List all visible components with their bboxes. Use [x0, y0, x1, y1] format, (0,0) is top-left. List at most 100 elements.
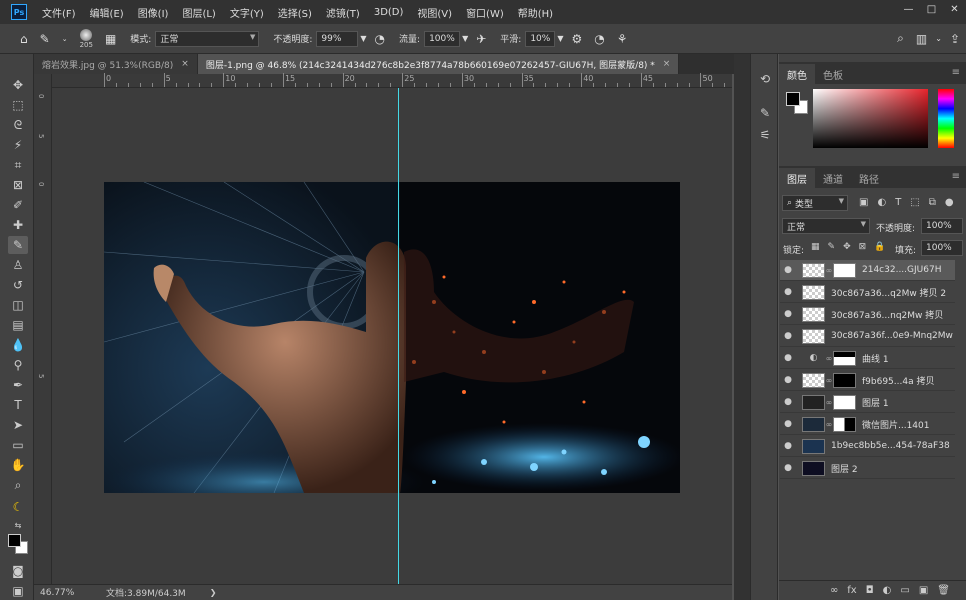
layer-style-icon[interactable]: fx	[847, 585, 856, 596]
crop-tool-icon[interactable]: ⌗	[8, 156, 28, 174]
add-mask-icon[interactable]: ◘	[866, 585, 874, 596]
tab-paths[interactable]: 路径	[851, 168, 887, 188]
restore-button[interactable]: □	[920, 0, 943, 18]
layer-row[interactable]: ● 30c867a36...q2Mw 拷贝 2	[780, 282, 955, 303]
link-icon[interactable]: ∞	[825, 266, 833, 275]
eyedropper-tool-icon[interactable]: ✐	[8, 196, 28, 214]
layer-row[interactable]: ● 1b9ec8bb5e...454-78aF38	[780, 436, 955, 457]
share-icon[interactable]: ⇪	[950, 32, 960, 46]
menu-3d[interactable]: 3D(D)	[367, 7, 411, 18]
layer-mask-thumbnail[interactable]	[833, 372, 856, 388]
link-icon[interactable]: ∞	[825, 398, 833, 407]
lock-paint-icon[interactable]: ✎	[828, 242, 836, 252]
swap-colors-icon[interactable]: ⇆	[8, 516, 28, 534]
new-group-icon[interactable]: ▭	[900, 585, 909, 596]
tab-swatches[interactable]: 色板	[815, 64, 851, 84]
layer-opacity-input[interactable]: 100%	[921, 218, 963, 234]
menu-window[interactable]: 窗口(W)	[459, 5, 511, 20]
gradient-tool-icon[interactable]: ▤	[8, 316, 28, 334]
adjustments-icon[interactable]: ⚟	[756, 126, 774, 144]
menu-filter[interactable]: 滤镜(T)	[319, 5, 367, 20]
hue-slider[interactable]	[938, 89, 954, 148]
chevron-down-icon[interactable]: ⌄	[62, 35, 68, 43]
link-icon[interactable]: ∞	[825, 420, 833, 429]
layer-row[interactable]: ● 30c867a36...nq2Mw 拷贝	[780, 304, 955, 325]
zoom-level[interactable]: 46.77%	[40, 588, 94, 598]
eye-icon[interactable]: ●	[780, 375, 796, 385]
fill-input[interactable]: 100%	[921, 240, 963, 256]
tab-lava-effect[interactable]: 熔岩效果.jpg @ 51.3%(RGB/8) ×	[34, 54, 198, 74]
layer-row[interactable]: ● 30c867a36f...0e9-Mnq2Mw	[780, 326, 955, 347]
symmetry-icon[interactable]: ⚘	[617, 32, 628, 46]
artwork-image[interactable]	[104, 182, 680, 493]
hand-tool-icon[interactable]: ✋	[8, 456, 28, 474]
airbrush-icon[interactable]: ✈	[476, 32, 486, 46]
color-picker-field[interactable]	[813, 89, 928, 148]
clone-stamp-tool-icon[interactable]: ♙	[8, 256, 28, 274]
panel-menu-icon[interactable]: ≡	[952, 171, 960, 182]
link-icon[interactable]: ∞	[825, 376, 833, 385]
status-menu-arrow[interactable]: ❯	[210, 588, 217, 597]
path-selection-tool-icon[interactable]: ➤	[8, 416, 28, 434]
eye-icon[interactable]: ●	[780, 397, 796, 407]
chevron-down-icon[interactable]: ▼	[462, 34, 468, 43]
eye-icon[interactable]: ●	[780, 331, 796, 341]
tab-color[interactable]: 颜色	[779, 64, 815, 84]
menu-file[interactable]: 文件(F)	[35, 5, 83, 20]
layer-row[interactable]: ● ∞ 214c32....GJU67H	[780, 260, 955, 281]
menu-select[interactable]: 选择(S)	[271, 5, 319, 20]
search-icon[interactable]: ⌕	[897, 31, 904, 46]
eye-icon[interactable]: ●	[780, 287, 796, 297]
opacity-input[interactable]: 99%	[316, 30, 359, 47]
layer-row[interactable]: ● 图层 2	[780, 458, 955, 479]
layer-mask-thumbnail[interactable]	[833, 350, 856, 366]
history-icon[interactable]: ⟲	[756, 70, 774, 88]
frame-tool-icon[interactable]: ⊠	[8, 176, 28, 194]
home-icon[interactable]: ⌂	[20, 32, 28, 46]
eye-icon[interactable]: ●	[780, 419, 796, 429]
brush-tool-icon[interactable]: ✎	[8, 236, 28, 254]
pressure-size-icon[interactable]: ◔	[594, 32, 604, 46]
brush-size-picker[interactable]: 205	[80, 28, 93, 49]
new-layer-icon[interactable]: ▣	[919, 585, 928, 596]
brush-panel-icon[interactable]: ▦	[105, 32, 116, 46]
link-icon[interactable]: ∞	[825, 354, 833, 363]
tab-layer-1[interactable]: 图层-1.png @ 46.8% (214c3241434d276c8b2e3f…	[197, 54, 680, 74]
move-tool-icon[interactable]: ✥	[8, 76, 28, 94]
pressure-opacity-icon[interactable]: ◔	[375, 32, 385, 46]
pen-tool-icon[interactable]: ✒	[8, 376, 28, 394]
type-filter-icon[interactable]: T	[895, 197, 901, 208]
type-tool-icon[interactable]: T	[8, 396, 28, 414]
eye-icon[interactable]: ●	[780, 309, 796, 319]
workspace-icon[interactable]: ▥	[916, 32, 927, 46]
close-button[interactable]: ✕	[943, 0, 966, 18]
menu-edit[interactable]: 编辑(E)	[83, 5, 131, 20]
gear-icon[interactable]: ⚙	[571, 32, 582, 46]
mode-select[interactable]: 正常 ▼	[155, 30, 260, 47]
eye-icon[interactable]: ●	[780, 441, 796, 451]
eye-icon[interactable]: ●	[780, 463, 796, 473]
dodge-tool-icon[interactable]: ⚲	[8, 356, 28, 374]
tab-layers[interactable]: 图层	[779, 168, 815, 188]
menu-view[interactable]: 视图(V)	[410, 5, 459, 20]
shape-filter-icon[interactable]: ⬚	[910, 197, 919, 208]
screen-mode-icon[interactable]: ▣	[8, 582, 28, 600]
lasso-tool-icon[interactable]: ᘓ	[8, 116, 28, 134]
tab-channels[interactable]: 通道	[815, 168, 851, 188]
layer-row[interactable]: ● ∞ 微信图片...1401	[780, 414, 955, 435]
blur-tool-icon[interactable]: 💧	[8, 336, 28, 354]
foreground-color-swatch[interactable]	[8, 534, 21, 547]
layer-row[interactable]: ● ∞ 图层 1	[780, 392, 955, 413]
guide-line[interactable]	[398, 88, 399, 584]
close-icon[interactable]: ×	[663, 59, 671, 69]
layer-mask-thumbnail[interactable]	[833, 262, 856, 278]
menu-layer[interactable]: 图层(L)	[175, 5, 222, 20]
filter-toggle-icon[interactable]: ●	[945, 197, 954, 208]
rectangle-tool-icon[interactable]: ▭	[8, 436, 28, 454]
adjustment-filter-icon[interactable]: ◐	[877, 197, 886, 208]
layer-row[interactable]: ● ◐ ∞ 曲线 1	[780, 348, 955, 369]
chevron-down-icon[interactable]: ⌄	[935, 34, 942, 43]
minimize-button[interactable]: —	[897, 0, 920, 18]
chevron-down-icon[interactable]: ▼	[557, 34, 563, 43]
color-panel-foreground-swatch[interactable]	[786, 92, 800, 106]
